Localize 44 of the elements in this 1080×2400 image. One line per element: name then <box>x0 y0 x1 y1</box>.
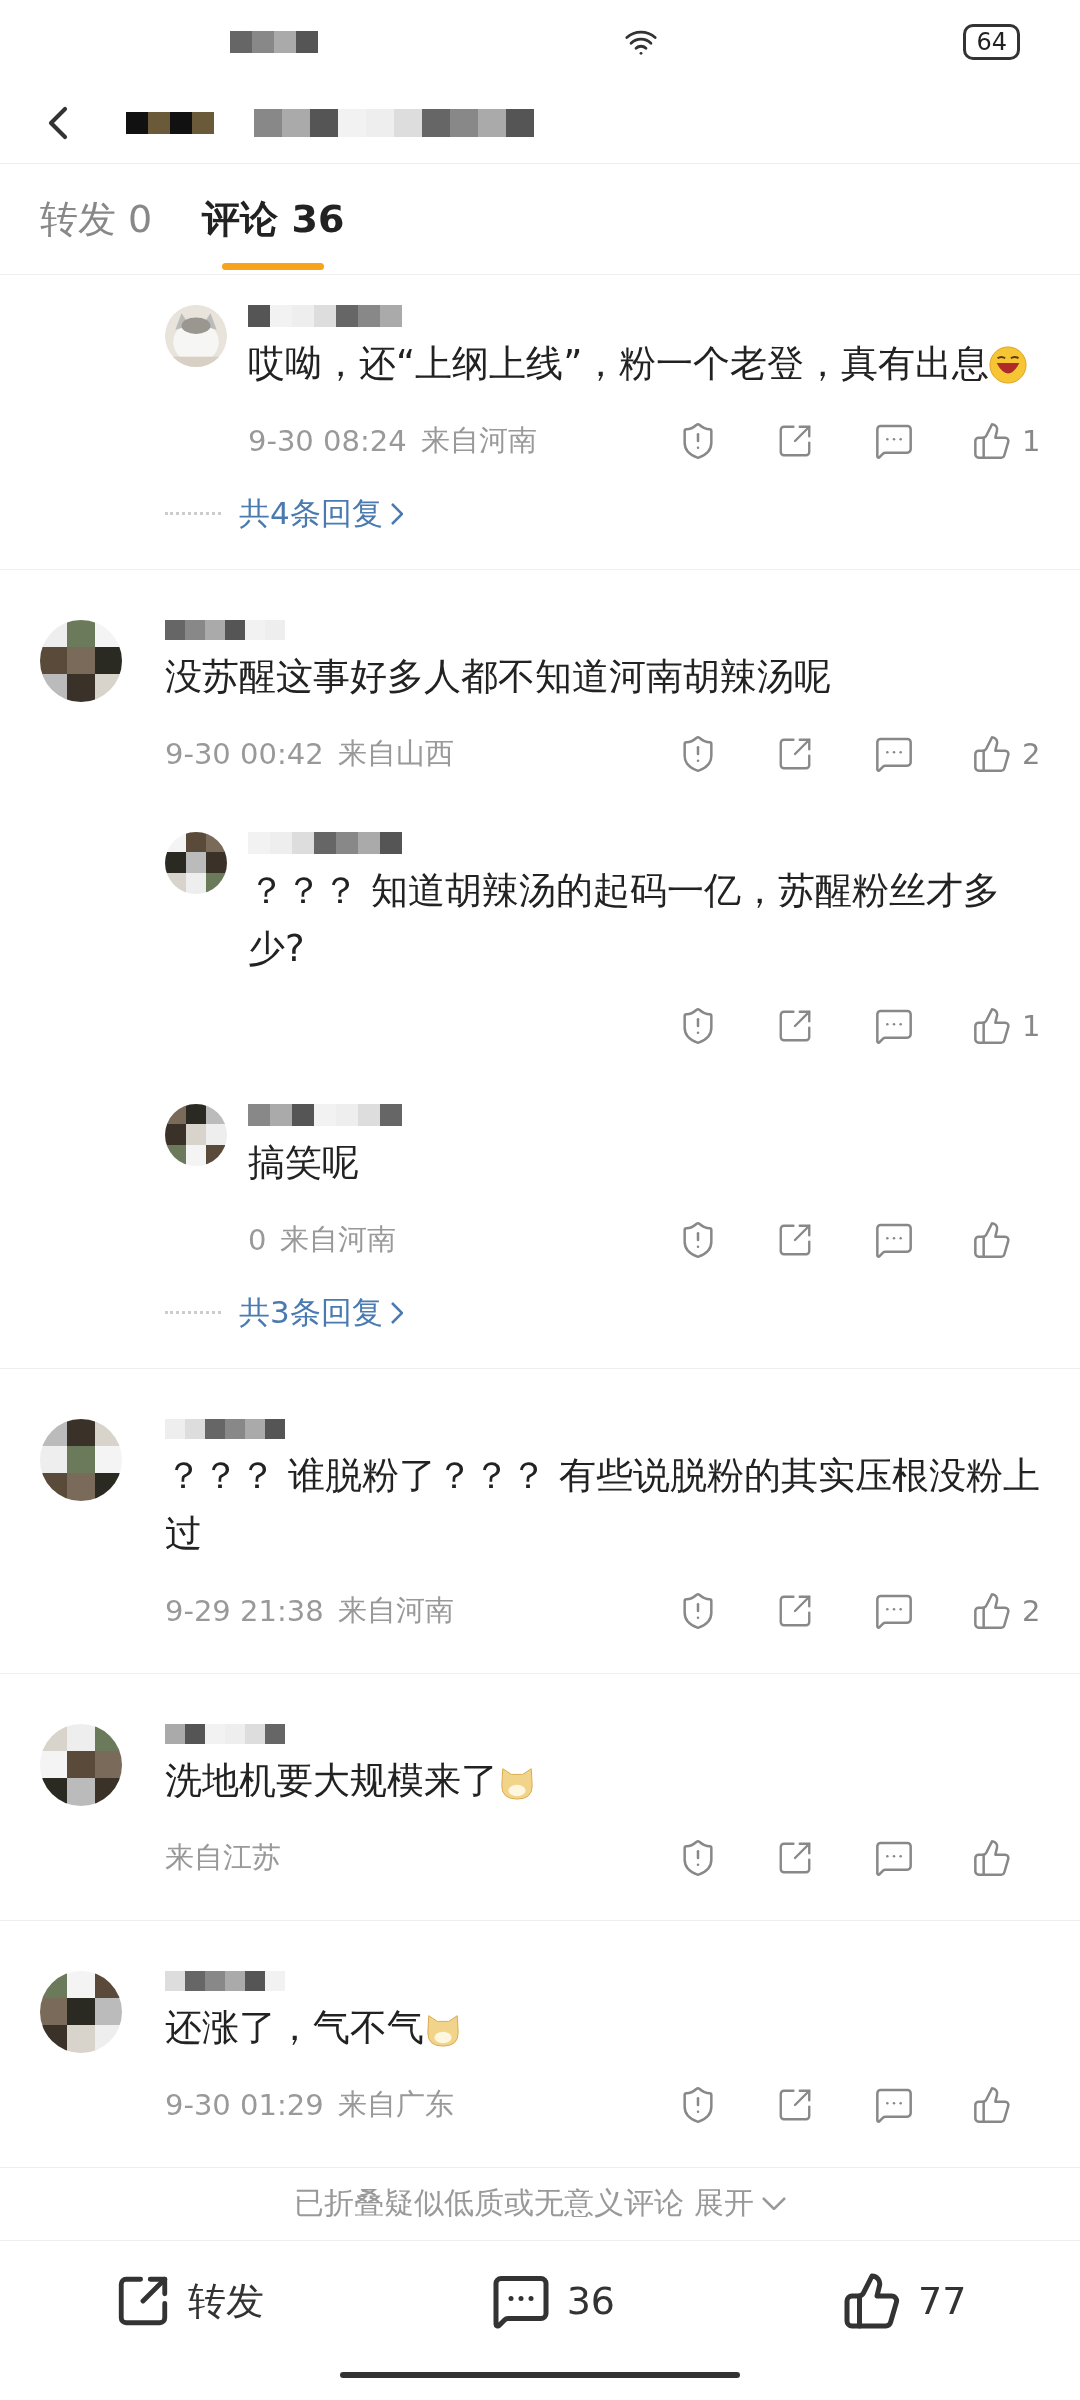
chevron-down-icon <box>762 2197 786 2211</box>
comment-location: 来自山西 <box>337 734 454 772</box>
share-button[interactable]: 转发 <box>107 2271 270 2332</box>
comment-text: ？？？ 知道胡辣汤的起码一亿，苏醒粉丝才多少? <box>248 867 1001 972</box>
like-icon[interactable] <box>972 1219 1012 1260</box>
like-icon[interactable] <box>972 1590 1012 1631</box>
folded-note: 已折叠疑似低质或无意义评论 <box>294 2184 684 2223</box>
like-icon[interactable] <box>972 1837 1012 1878</box>
tab[interactable]: 转发 0 <box>40 163 153 274</box>
tab[interactable]: 评论 36 <box>202 163 345 274</box>
comment-time: 9-30 01:29 <box>165 2087 324 2122</box>
comment-location: 来自河南 <box>420 421 537 459</box>
like-count: 2 <box>1022 736 1041 771</box>
comment-text: 还涨了，气不气 <box>165 1998 1070 2057</box>
like-count: 2 <box>1022 1593 1041 1628</box>
battery-icon: 64 <box>963 23 1020 60</box>
comment-time: 0 <box>248 1222 267 1257</box>
chevron-right-icon <box>390 502 403 525</box>
like-icon[interactable] <box>972 2084 1012 2125</box>
like-count: 1 <box>1022 1008 1041 1043</box>
comment-location: 来自河南 <box>337 1591 454 1629</box>
comment-time: 9-29 21:38 <box>165 1593 324 1628</box>
comment-text: 搞笑呢 <box>248 1139 360 1186</box>
comment-location: 来自河南 <box>280 1220 397 1258</box>
like-icon[interactable] <box>972 1005 1012 1046</box>
comment-text: ？？？ 谁脱粉了？？？ 有些说脱粉的其实压根没粉上过 <box>165 1452 1041 1557</box>
more-replies-link[interactable]: 共4条回复 <box>239 492 403 535</box>
like-button[interactable]: 77 <box>836 2270 973 2333</box>
pixelated-avatar <box>165 1103 227 1166</box>
pixelated-avatar <box>165 831 227 894</box>
like-icon[interactable] <box>972 733 1012 774</box>
comment-location: 来自广东 <box>337 2085 454 2123</box>
laughing-emoji-icon <box>989 346 1028 385</box>
like-count: 1 <box>1022 423 1041 458</box>
comment-button[interactable]: 36 <box>484 2270 621 2333</box>
comment-location: 来自江苏 <box>165 1838 281 1876</box>
chevron-right-icon <box>390 1301 403 1324</box>
comment-time: 9-30 00:42 <box>165 736 324 771</box>
comment-time: 9-30 08:24 <box>248 423 407 458</box>
more-replies-link[interactable]: 共3条回复 <box>239 1291 403 1334</box>
like-icon[interactable] <box>972 420 1012 461</box>
comment-text: 没苏醒这事好多人都不知道河南胡辣汤呢 <box>165 653 832 700</box>
comment-text: 洗地机要大规模来了 <box>165 1751 1070 1810</box>
comment-text: 哎呦，还“上纲上线”，粉一个老登，真有出息 <box>248 334 1070 393</box>
